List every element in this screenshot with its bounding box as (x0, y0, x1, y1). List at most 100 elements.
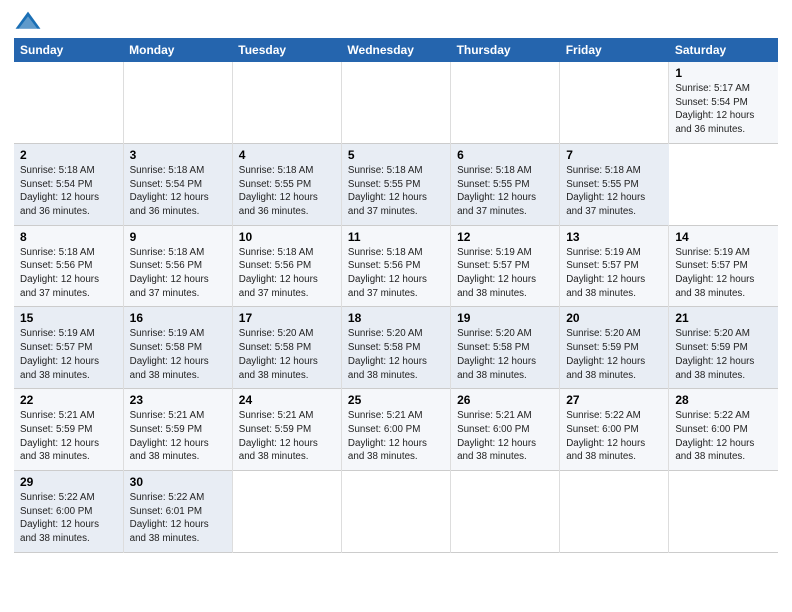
day-cell-9: 9 Sunrise: 5:18 AMSunset: 5:56 PMDaylight… (123, 225, 232, 307)
day-detail: Sunrise: 5:21 AMSunset: 5:59 PMDaylight:… (130, 410, 209, 462)
day-number: 10 (239, 230, 335, 244)
day-cell-25: 25Sunrise: 5:21 AMSunset: 6:00 PMDayligh… (341, 389, 450, 471)
day-cell-10: 10 Sunrise: 5:18 AMSunset: 5:56 PMDayligh… (232, 225, 341, 307)
day-detail: Sunrise: 5:22 AMSunset: 6:00 PMDaylight:… (566, 410, 645, 462)
day-cell-23: 23 Sunrise: 5:21 AMSunset: 5:59 PMDayligh… (123, 389, 232, 471)
day-detail: Sunrise: 5:18 AMSunset: 5:56 PMDaylight:… (348, 247, 427, 299)
day-detail: Sunrise: 5:20 AMSunset: 5:59 PMDaylight:… (675, 328, 754, 380)
day-detail: Sunrise: 5:22 AMSunset: 6:00 PMDaylight:… (20, 492, 99, 544)
empty-cell (232, 62, 341, 143)
day-cell-21: 21 Sunrise: 5:20 AMSunset: 5:59 PMDayligh… (669, 307, 778, 389)
day-detail: Sunrise: 5:20 AMSunset: 5:58 PMDaylight:… (239, 328, 318, 380)
day-number: 24 (239, 393, 335, 407)
day-header-sunday: Sunday (14, 38, 123, 62)
day-number: 11 (348, 230, 444, 244)
header (14, 10, 778, 32)
day-cell-20: 20Sunrise: 5:20 AMSunset: 5:59 PMDayligh… (560, 307, 669, 389)
week-row-4: 15Sunrise: 5:19 AMSunset: 5:57 PMDayligh… (14, 307, 778, 389)
page-container: SundayMondayTuesdayWednesdayThursdayFrid… (0, 0, 792, 563)
day-number: 17 (239, 311, 335, 325)
day-detail: Sunrise: 5:20 AMSunset: 5:58 PMDaylight:… (348, 328, 427, 380)
day-number: 23 (130, 393, 226, 407)
day-cell-22: 22 Sunrise: 5:21 AMSunset: 5:59 PMDayligh… (14, 389, 123, 471)
calendar-table: SundayMondayTuesdayWednesdayThursdayFrid… (14, 38, 778, 553)
day-number: 13 (566, 230, 662, 244)
day-cell-3: 3 Sunrise: 5:18 AMSunset: 5:54 PMDaylight… (123, 143, 232, 225)
logo-icon (14, 10, 42, 32)
day-number: 3 (130, 148, 226, 162)
day-cell-24: 24 Sunrise: 5:21 AMSunset: 5:59 PMDayligh… (232, 389, 341, 471)
day-header-monday: Monday (123, 38, 232, 62)
day-detail: Sunrise: 5:19 AMSunset: 5:57 PMDaylight:… (457, 247, 536, 299)
day-detail: Sunrise: 5:22 AMSunset: 6:00 PMDaylight:… (675, 410, 754, 462)
day-number: 29 (20, 475, 117, 489)
day-detail: Sunrise: 5:20 AMSunset: 5:58 PMDaylight:… (457, 328, 536, 380)
day-header-wednesday: Wednesday (341, 38, 450, 62)
day-cell-30: 30 Sunrise: 5:22 AMSunset: 6:01 PMDayligh… (123, 471, 232, 553)
day-header-thursday: Thursday (451, 38, 560, 62)
day-detail: Sunrise: 5:18 AMSunset: 5:55 PMDaylight:… (239, 165, 318, 217)
day-number: 12 (457, 230, 553, 244)
day-cell-17: 17 Sunrise: 5:20 AMSunset: 5:58 PMDayligh… (232, 307, 341, 389)
day-number: 27 (566, 393, 662, 407)
day-detail: Sunrise: 5:18 AMSunset: 5:55 PMDaylight:… (566, 165, 645, 217)
day-number: 15 (20, 311, 117, 325)
day-number: 9 (130, 230, 226, 244)
day-number: 14 (675, 230, 772, 244)
day-detail: Sunrise: 5:19 AMSunset: 5:58 PMDaylight:… (130, 328, 209, 380)
day-number: 26 (457, 393, 553, 407)
empty-cell (669, 471, 778, 553)
logo (14, 10, 46, 32)
day-number: 25 (348, 393, 444, 407)
empty-cell (560, 471, 669, 553)
empty-cell (451, 471, 560, 553)
day-cell-19: 19Sunrise: 5:20 AMSunset: 5:58 PMDayligh… (451, 307, 560, 389)
day-header-saturday: Saturday (669, 38, 778, 62)
day-cell-4: 4Sunrise: 5:18 AMSunset: 5:55 PMDaylight… (232, 143, 341, 225)
day-number: 6 (457, 148, 553, 162)
day-header-friday: Friday (560, 38, 669, 62)
empty-cell (123, 62, 232, 143)
week-row-1: 1 Sunrise: 5:17 AMSunset: 5:54 PMDaylight… (14, 62, 778, 143)
day-detail: Sunrise: 5:18 AMSunset: 5:55 PMDaylight:… (348, 165, 427, 217)
day-detail: Sunrise: 5:22 AMSunset: 6:01 PMDaylight:… (130, 492, 209, 544)
day-detail: Sunrise: 5:21 AMSunset: 6:00 PMDaylight:… (457, 410, 536, 462)
day-detail: Sunrise: 5:18 AMSunset: 5:56 PMDaylight:… (20, 247, 99, 299)
day-number: 18 (348, 311, 444, 325)
week-row-5: 22 Sunrise: 5:21 AMSunset: 5:59 PMDayligh… (14, 389, 778, 471)
empty-cell (14, 62, 123, 143)
day-number: 16 (130, 311, 226, 325)
day-number: 1 (675, 66, 772, 80)
day-detail: Sunrise: 5:21 AMSunset: 5:59 PMDaylight:… (239, 410, 318, 462)
day-number: 5 (348, 148, 444, 162)
day-cell-16: 16 Sunrise: 5:19 AMSunset: 5:58 PMDayligh… (123, 307, 232, 389)
day-detail: Sunrise: 5:18 AMSunset: 5:56 PMDaylight:… (239, 247, 318, 299)
day-number: 22 (20, 393, 117, 407)
day-detail: Sunrise: 5:19 AMSunset: 5:57 PMDaylight:… (566, 247, 645, 299)
day-number: 21 (675, 311, 772, 325)
day-cell-12: 12 Sunrise: 5:19 AMSunset: 5:57 PMDayligh… (451, 225, 560, 307)
week-row-3: 8 Sunrise: 5:18 AMSunset: 5:56 PMDaylight… (14, 225, 778, 307)
day-cell-18: 18 Sunrise: 5:20 AMSunset: 5:58 PMDayligh… (341, 307, 450, 389)
empty-cell (341, 471, 450, 553)
day-number: 8 (20, 230, 117, 244)
empty-cell (232, 471, 341, 553)
day-cell-29: 29 Sunrise: 5:22 AMSunset: 6:00 PMDayligh… (14, 471, 123, 553)
day-number: 30 (130, 475, 226, 489)
day-cell-6: 6 Sunrise: 5:18 AMSunset: 5:55 PMDaylight… (451, 143, 560, 225)
week-row-2: 2Sunrise: 5:18 AMSunset: 5:54 PMDaylight… (14, 143, 778, 225)
day-cell-14: 14Sunrise: 5:19 AMSunset: 5:57 PMDayligh… (669, 225, 778, 307)
day-detail: Sunrise: 5:18 AMSunset: 5:56 PMDaylight:… (130, 247, 209, 299)
day-detail: Sunrise: 5:18 AMSunset: 5:55 PMDaylight:… (457, 165, 536, 217)
day-cell-27: 27 Sunrise: 5:22 AMSunset: 6:00 PMDayligh… (560, 389, 669, 471)
day-detail: Sunrise: 5:21 AMSunset: 5:59 PMDaylight:… (20, 410, 99, 462)
empty-cell (341, 62, 450, 143)
day-cell-5: 5 Sunrise: 5:18 AMSunset: 5:55 PMDaylight… (341, 143, 450, 225)
day-header-tuesday: Tuesday (232, 38, 341, 62)
day-detail: Sunrise: 5:17 AMSunset: 5:54 PMDaylight:… (675, 83, 754, 135)
day-cell-2: 2Sunrise: 5:18 AMSunset: 5:54 PMDaylight… (14, 143, 123, 225)
day-detail: Sunrise: 5:18 AMSunset: 5:54 PMDaylight:… (130, 165, 209, 217)
day-cell-13: 13 Sunrise: 5:19 AMSunset: 5:57 PMDayligh… (560, 225, 669, 307)
day-cell-26: 26 Sunrise: 5:21 AMSunset: 6:00 PMDayligh… (451, 389, 560, 471)
empty-cell (451, 62, 560, 143)
